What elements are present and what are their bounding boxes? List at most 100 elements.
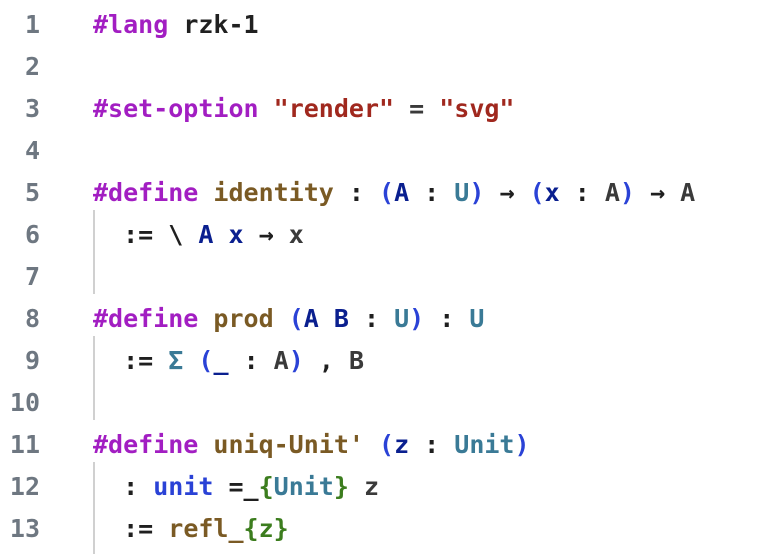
- code-line[interactable]: 7: [0, 256, 762, 298]
- line-number: 6: [24, 220, 40, 249]
- line-number: 12: [9, 472, 40, 501]
- line-number: 9: [24, 346, 40, 375]
- code-token: :: [559, 178, 605, 207]
- code-token: A: [198, 220, 214, 249]
- code-token: prod: [213, 304, 274, 333]
- line-number: 10: [9, 388, 40, 417]
- code-token: ,: [303, 346, 349, 375]
- code-line[interactable]: 1 #lang rzk-1: [0, 4, 762, 46]
- code-token: A: [604, 178, 620, 207]
- code-text[interactable]: #define uniq-Unit' (z : Unit): [93, 424, 530, 466]
- code-token: := \: [93, 220, 199, 249]
- code-token: rzk-1: [168, 10, 259, 39]
- code-token: :: [409, 178, 455, 207]
- code-token: identity: [213, 178, 334, 207]
- code-token: {: [243, 514, 259, 543]
- code-text[interactable]: : unit =_{Unit} z: [93, 466, 379, 508]
- code-token: "render": [273, 94, 395, 123]
- line-number: 7: [24, 262, 40, 291]
- code-token: U: [394, 304, 410, 333]
- code-line[interactable]: 12 : unit =_{Unit} z: [0, 466, 762, 508]
- code-text[interactable]: := refl_{z}: [93, 508, 289, 550]
- code-token: Unit: [273, 472, 334, 501]
- line-number: 3: [24, 94, 40, 123]
- code-text[interactable]: := \ A x → x: [93, 214, 304, 256]
- code-token: B: [348, 346, 365, 375]
- code-token: :: [228, 346, 274, 375]
- code-text[interactable]: := Σ (_ : A) , B: [93, 340, 364, 382]
- code-token: (: [529, 178, 545, 207]
- code-line[interactable]: 5 #define identity : (A : U) → (x : A) → …: [0, 172, 762, 214]
- code-token: ): [469, 178, 485, 207]
- code-token: :: [333, 178, 379, 207]
- code-token: =_: [213, 472, 259, 501]
- line-number: 8: [24, 304, 40, 333]
- code-text[interactable]: #set-option "render" = "svg": [93, 88, 514, 130]
- code-token: x: [228, 220, 244, 249]
- code-token: #define: [93, 304, 199, 333]
- line-number: 11: [9, 430, 40, 459]
- code-token: U: [469, 304, 485, 333]
- code-token: {: [258, 472, 274, 501]
- code-line[interactable]: 8 #define prod (A B : U) : U: [0, 298, 762, 340]
- code-token: #define: [93, 430, 199, 459]
- line-number: 13: [9, 514, 40, 543]
- code-token: (: [198, 346, 214, 375]
- code-token: z: [394, 430, 410, 459]
- code-token: :=: [93, 346, 169, 375]
- code-line[interactable]: 11 #define uniq-Unit' (z : Unit): [0, 424, 762, 466]
- code-line[interactable]: 9 := Σ (_ : A) , B: [0, 340, 762, 382]
- line-number: 2: [24, 52, 40, 81]
- code-token: #lang: [93, 10, 169, 39]
- code-token: "svg": [439, 94, 515, 123]
- code-token: B: [333, 304, 349, 333]
- code-editor[interactable]: 1 #lang rzk-1 2 3 #set-option "render" = "sv…: [0, 0, 762, 554]
- code-token: (: [288, 304, 304, 333]
- code-token: :: [348, 304, 395, 333]
- code-token: z: [258, 514, 274, 543]
- code-token: →: [243, 220, 289, 249]
- code-token: =: [394, 94, 440, 123]
- code-line[interactable]: 3 #set-option "render" = "svg": [0, 88, 762, 130]
- code-line[interactable]: 4: [0, 130, 762, 172]
- code-token: ): [619, 178, 635, 207]
- code-token: A: [394, 178, 410, 207]
- code-text[interactable]: #define prod (A B : U) : U: [93, 298, 484, 340]
- code-token: :: [424, 304, 470, 333]
- line-number: 4: [24, 136, 40, 165]
- line-number: 1: [24, 10, 40, 39]
- code-token: A: [273, 346, 289, 375]
- code-line[interactable]: 10: [0, 382, 762, 424]
- code-token: ): [514, 430, 530, 459]
- code-token: Unit: [454, 430, 515, 459]
- code-token: →: [634, 178, 681, 207]
- code-token: x: [544, 178, 560, 207]
- code-text[interactable]: #define identity : (A : U) → (x : A) → A: [93, 172, 695, 214]
- code-token: (: [379, 430, 395, 459]
- code-token: A: [680, 178, 696, 207]
- code-line[interactable]: 13 := refl_{z}: [0, 508, 762, 550]
- code-token: A: [303, 304, 319, 333]
- code-token: U: [454, 178, 470, 207]
- code-token: }: [333, 472, 349, 501]
- line-number: 5: [24, 178, 40, 207]
- code-token: :: [93, 472, 154, 501]
- code-line[interactable]: 2: [0, 46, 762, 88]
- code-token: :=: [93, 514, 169, 543]
- code-token: :: [409, 430, 455, 459]
- code-text[interactable]: #lang rzk-1: [93, 4, 259, 46]
- code-token: z: [348, 472, 380, 501]
- code-token: }: [273, 514, 289, 543]
- code-token: Σ: [168, 346, 184, 375]
- code-token: uniq-Unit': [213, 430, 364, 459]
- code-line[interactable]: 6 := \ A x → x: [0, 214, 762, 256]
- code-token: (: [379, 178, 395, 207]
